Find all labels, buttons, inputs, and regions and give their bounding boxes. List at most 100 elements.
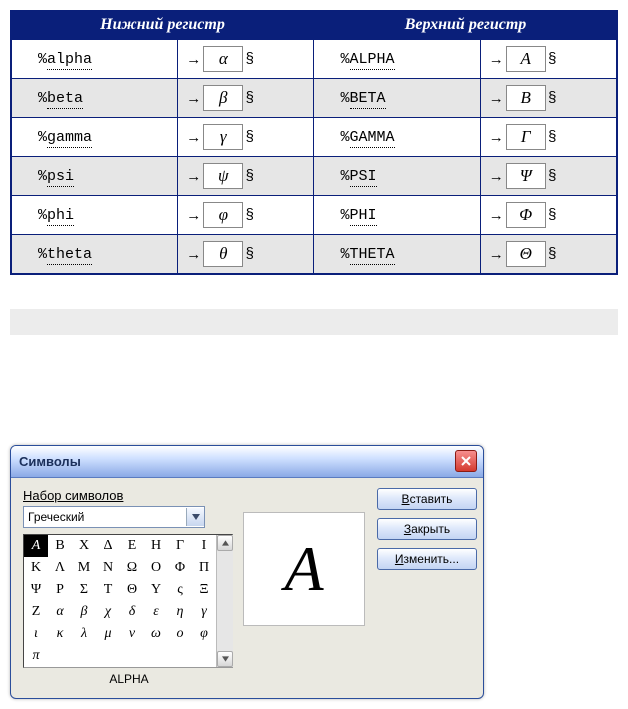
lower-output-cell: →ψ§	[178, 157, 314, 196]
character-cell[interactable]: β	[72, 601, 96, 623]
character-cell[interactable]: η	[168, 601, 192, 623]
lower-code-cell: %alpha	[11, 39, 178, 79]
character-cell[interactable]: E	[120, 535, 144, 557]
character-cell[interactable]: P	[48, 579, 72, 601]
character-grid: ABXΔEHΓI KΛMNΩOΦΠ ΨPΣTΘYςΞ Zαβχδεηγ ικλμνωoφ…	[24, 535, 216, 667]
lower-code-cell: %psi	[11, 157, 178, 196]
upper-code-cell: %GAMMA	[314, 118, 480, 157]
symbol-preview: A	[243, 512, 365, 626]
character-cell[interactable]: ς	[168, 579, 192, 601]
close-button[interactable]: Закрыть	[377, 518, 477, 540]
scroll-up-button[interactable]	[217, 535, 233, 551]
page-section-gap	[10, 309, 618, 335]
character-cell[interactable]: H	[144, 535, 168, 557]
character-cell[interactable]: Y	[144, 579, 168, 601]
header-upper: Верхний регистр	[314, 11, 617, 39]
section-mark: §	[245, 168, 254, 185]
character-cell[interactable]: χ	[96, 601, 120, 623]
character-cell[interactable]: Ψ	[24, 579, 48, 601]
character-cell[interactable]: Ω	[120, 557, 144, 579]
character-cell[interactable]: π	[24, 645, 48, 667]
lower-output-cell: →α§	[178, 39, 314, 79]
character-cell[interactable]: N	[96, 557, 120, 579]
chevron-down-icon	[192, 514, 200, 520]
section-mark: §	[245, 246, 254, 263]
arrow-icon: →	[489, 246, 504, 263]
character-cell[interactable]: κ	[48, 623, 72, 645]
section-mark: §	[245, 51, 254, 68]
lower-code-cell: %phi	[11, 196, 178, 235]
table-row: %gamma→γ§%GAMMA→Γ§	[11, 118, 617, 157]
character-cell[interactable]: Θ	[120, 579, 144, 601]
section-mark: §	[245, 90, 254, 107]
grid-scrollbar[interactable]	[216, 535, 233, 667]
arrow-icon: →	[489, 168, 504, 185]
upper-symbol: Ψ	[506, 163, 546, 189]
lower-symbol: α	[203, 46, 243, 72]
character-cell[interactable]: γ	[192, 601, 216, 623]
character-cell[interactable]: Z	[24, 601, 48, 623]
character-cell[interactable]: φ	[192, 623, 216, 645]
section-mark: §	[245, 207, 254, 224]
character-cell[interactable]: M	[72, 557, 96, 579]
character-cell[interactable]: X	[72, 535, 96, 557]
dialog-close-button[interactable]	[455, 450, 477, 472]
character-cell[interactable]: ν	[120, 623, 144, 645]
character-cell[interactable]: T	[96, 579, 120, 601]
character-cell[interactable]: Γ	[168, 535, 192, 557]
character-cell[interactable]: o	[168, 623, 192, 645]
arrow-icon: →	[489, 51, 504, 68]
section-mark: §	[245, 129, 254, 146]
character-cell[interactable]: A	[24, 535, 48, 557]
table-row: %phi→φ§%PHI→Φ§	[11, 196, 617, 235]
greek-reference-table: Нижний регистр Верхний регистр %alpha→α§…	[10, 10, 618, 275]
character-cell[interactable]: K	[24, 557, 48, 579]
upper-symbol: B	[506, 85, 546, 111]
upper-code-cell: %PHI	[314, 196, 480, 235]
character-cell[interactable]: I	[192, 535, 216, 557]
character-cell[interactable]: Λ	[48, 557, 72, 579]
subset-combobox[interactable]: Греческий	[23, 506, 205, 528]
character-cell[interactable]: Δ	[96, 535, 120, 557]
character-cell[interactable]: ε	[144, 601, 168, 623]
edit-button[interactable]: Изменить...	[377, 548, 477, 570]
symbols-dialog: Символы Набор символов Греческий ABXΔEHΓ…	[10, 445, 484, 699]
character-cell[interactable]: O	[144, 557, 168, 579]
section-mark: §	[548, 246, 557, 263]
lower-code-cell: %beta	[11, 79, 178, 118]
upper-output-cell: →B§	[480, 79, 617, 118]
upper-symbol: Θ	[506, 241, 546, 267]
arrow-icon: →	[186, 168, 201, 185]
table-row: %beta→β§%BETA→B§	[11, 79, 617, 118]
chevron-down-icon	[222, 656, 229, 662]
subset-label: Набор символов	[23, 488, 235, 503]
arrow-icon: →	[186, 246, 201, 263]
character-cell[interactable]: μ	[96, 623, 120, 645]
insert-button[interactable]: Вставить	[377, 488, 477, 510]
character-cell[interactable]: δ	[120, 601, 144, 623]
character-cell[interactable]: α	[48, 601, 72, 623]
character-cell[interactable]: B	[48, 535, 72, 557]
upper-code-cell: %ALPHA	[314, 39, 480, 79]
character-cell[interactable]: ι	[24, 623, 48, 645]
character-cell[interactable]: λ	[72, 623, 96, 645]
lower-output-cell: →θ§	[178, 235, 314, 275]
arrow-icon: →	[186, 207, 201, 224]
selected-symbol-name: ALPHA	[23, 672, 235, 686]
character-cell[interactable]: Φ	[168, 557, 192, 579]
arrow-icon: →	[489, 129, 504, 146]
subset-combobox-button[interactable]	[186, 508, 204, 526]
character-cell[interactable]: Ξ	[192, 579, 216, 601]
scroll-down-button[interactable]	[217, 651, 233, 667]
lower-symbol: θ	[203, 241, 243, 267]
section-mark: §	[548, 129, 557, 146]
arrow-icon: →	[489, 90, 504, 107]
character-cell[interactable]: Π	[192, 557, 216, 579]
character-cell[interactable]: ω	[144, 623, 168, 645]
section-mark: §	[548, 207, 557, 224]
character-cell[interactable]: Σ	[72, 579, 96, 601]
upper-code-cell: %BETA	[314, 79, 480, 118]
section-mark: §	[548, 90, 557, 107]
table-row: %psi→ψ§%PSI→Ψ§	[11, 157, 617, 196]
upper-output-cell: →A§	[480, 39, 617, 79]
